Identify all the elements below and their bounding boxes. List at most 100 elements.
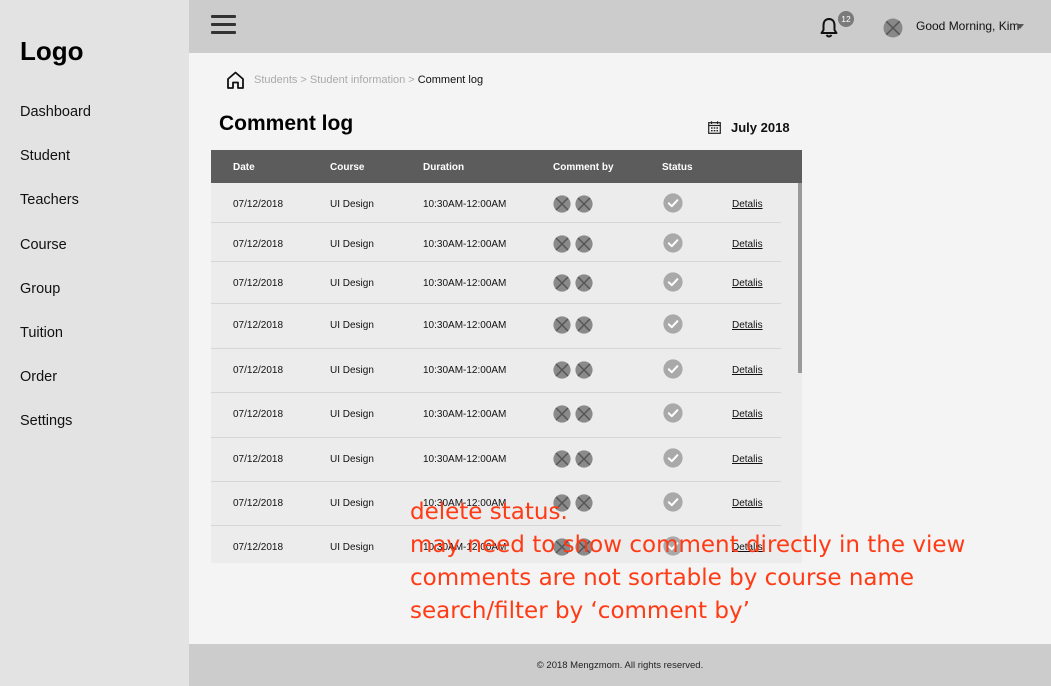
breadcrumb-separator: >: [300, 74, 307, 86]
table-row[interactable]: 07/12/2018 UI Design 10:30AM-12:00AM Detali…: [211, 262, 781, 304]
table-row[interactable]: 07/12/2018 UI Design 10:30AM-12:00AM Detali…: [211, 438, 781, 482]
annotation-line: search/filter by ‘comment by’: [410, 598, 750, 624]
top-bar: 12 Good Morning, Kim: [189, 0, 1051, 53]
status-check-icon[interactable]: [663, 314, 683, 334]
cell-duration: 10:30AM-12:00AM: [423, 278, 507, 289]
commenter-avatar-icon[interactable]: [553, 361, 571, 379]
cell-duration: 10:30AM-12:00AM: [423, 199, 507, 210]
cell-duration: 10:30AM-12:00AM: [423, 454, 507, 465]
cell-duration: 10:30AM-12:00AM: [423, 320, 507, 331]
breadcrumb-student-information[interactable]: Student information: [310, 74, 405, 86]
cell-date: 07/12/2018: [233, 199, 284, 210]
table-scrollbar[interactable]: [798, 183, 802, 373]
cell-course: UI Design: [330, 365, 374, 376]
details-link[interactable]: Detalis: [732, 239, 763, 250]
table-row[interactable]: 07/12/2018 UI Design 10:30AM-12:00AM Detali…: [211, 304, 781, 349]
avatar-placeholder-icon[interactable]: [883, 18, 903, 38]
annotation-line: delete status.: [410, 499, 568, 525]
cell-comment-by: [553, 316, 597, 334]
cell-duration: 10:30AM-12:00AM: [423, 409, 507, 420]
sidebar-item-settings[interactable]: Settings: [0, 399, 189, 443]
cell-course: UI Design: [330, 409, 374, 420]
table-row[interactable]: 07/12/2018 UI Design 10:30AM-12:00AM Detali…: [211, 393, 781, 438]
commenter-avatar-icon[interactable]: [575, 195, 593, 213]
commenter-avatar-icon[interactable]: [553, 274, 571, 292]
cell-comment-by: [553, 361, 597, 379]
column-header-duration[interactable]: Duration: [423, 162, 464, 173]
cell-comment-by: [553, 195, 597, 213]
bell-icon[interactable]: [819, 17, 839, 39]
commenter-avatar-icon[interactable]: [553, 450, 571, 468]
cell-date: 07/12/2018: [233, 454, 284, 465]
cell-course: UI Design: [330, 278, 374, 289]
cell-date: 07/12/2018: [233, 239, 284, 250]
column-header-date[interactable]: Date: [233, 162, 255, 173]
sidebar-item-group[interactable]: Group: [0, 267, 189, 311]
commenter-avatar-icon[interactable]: [575, 361, 593, 379]
caret-down-icon[interactable]: [1016, 24, 1024, 29]
page-title: Comment log: [219, 112, 354, 135]
commenter-avatar-icon[interactable]: [553, 405, 571, 423]
sidebar-item-teachers[interactable]: Teachers: [0, 178, 189, 222]
status-check-icon[interactable]: [663, 233, 683, 253]
table-header: Date Course Duration Comment by Status: [211, 150, 802, 183]
sidebar-item-order[interactable]: Order: [0, 355, 189, 399]
review-annotation: delete status. may need to show comment …: [410, 496, 965, 628]
column-header-comment-by[interactable]: Comment by: [553, 162, 614, 173]
cell-course: UI Design: [330, 542, 374, 553]
sidebar-item-tuition[interactable]: Tuition: [0, 311, 189, 355]
breadcrumb: Students > Student information > Comment…: [226, 70, 483, 90]
breadcrumb-current: Comment log: [417, 74, 484, 86]
column-header-status[interactable]: Status: [662, 162, 693, 173]
status-check-icon[interactable]: [663, 359, 683, 379]
commenter-avatar-icon[interactable]: [553, 316, 571, 334]
cell-date: 07/12/2018: [233, 409, 284, 420]
home-icon[interactable]: [226, 71, 245, 89]
details-link[interactable]: Detalis: [732, 409, 763, 420]
commenter-avatar-icon[interactable]: [575, 405, 593, 423]
commenter-avatar-icon[interactable]: [575, 450, 593, 468]
status-check-icon[interactable]: [663, 448, 683, 468]
cell-comment-by: [553, 405, 597, 423]
details-link[interactable]: Detalis: [732, 454, 763, 465]
details-link[interactable]: Detalis: [732, 365, 763, 376]
logo[interactable]: Logo: [20, 36, 84, 67]
column-header-course[interactable]: Course: [330, 162, 364, 173]
details-link[interactable]: Detalis: [732, 320, 763, 331]
cell-comment-by: [553, 274, 597, 292]
cell-comment-by: [553, 235, 597, 253]
hamburger-icon[interactable]: [211, 15, 236, 35]
status-check-icon[interactable]: [663, 272, 683, 292]
sidebar-item-student[interactable]: Student: [0, 134, 189, 178]
details-link[interactable]: Detalis: [732, 199, 763, 210]
breadcrumb-students[interactable]: Students: [254, 74, 297, 86]
commenter-avatar-icon[interactable]: [553, 235, 571, 253]
cell-course: UI Design: [330, 498, 374, 509]
table-row[interactable]: 07/12/2018 UI Design 10:30AM-12:00AM Detali…: [211, 183, 781, 223]
notification-badge: 12: [838, 11, 854, 27]
status-check-icon[interactable]: [663, 193, 683, 213]
sidebar-item-course[interactable]: Course: [0, 223, 189, 267]
table-row[interactable]: 07/12/2018 UI Design 10:30AM-12:00AM Detali…: [211, 223, 781, 262]
commenter-avatar-icon[interactable]: [575, 235, 593, 253]
cell-duration: 10:30AM-12:00AM: [423, 239, 507, 250]
month-picker[interactable]: July 2018: [708, 120, 790, 135]
cell-course: UI Design: [330, 239, 374, 250]
copyright-text: © 2018 Mengzmom. All rights reserved.: [536, 660, 704, 671]
cell-duration: 10:30AM-12:00AM: [423, 365, 507, 376]
table-row[interactable]: 07/12/2018 UI Design 10:30AM-12:00AM Detali…: [211, 349, 781, 393]
commenter-avatar-icon[interactable]: [575, 316, 593, 334]
sidebar: Logo Dashboard Student Teachers Course G…: [0, 0, 189, 686]
commenter-avatar-icon[interactable]: [575, 274, 593, 292]
cell-comment-by: [553, 450, 597, 468]
commenter-avatar-icon[interactable]: [553, 195, 571, 213]
sidebar-item-dashboard[interactable]: Dashboard: [0, 90, 189, 134]
calendar-icon: [708, 121, 721, 134]
user-greeting[interactable]: Good Morning, Kim: [916, 19, 1019, 33]
cell-course: UI Design: [330, 199, 374, 210]
cell-date: 07/12/2018: [233, 278, 284, 289]
status-check-icon[interactable]: [663, 403, 683, 423]
details-link[interactable]: Detalis: [732, 278, 763, 289]
cell-course: UI Design: [330, 454, 374, 465]
annotation-line: comments are not sortable by course name: [410, 565, 915, 591]
